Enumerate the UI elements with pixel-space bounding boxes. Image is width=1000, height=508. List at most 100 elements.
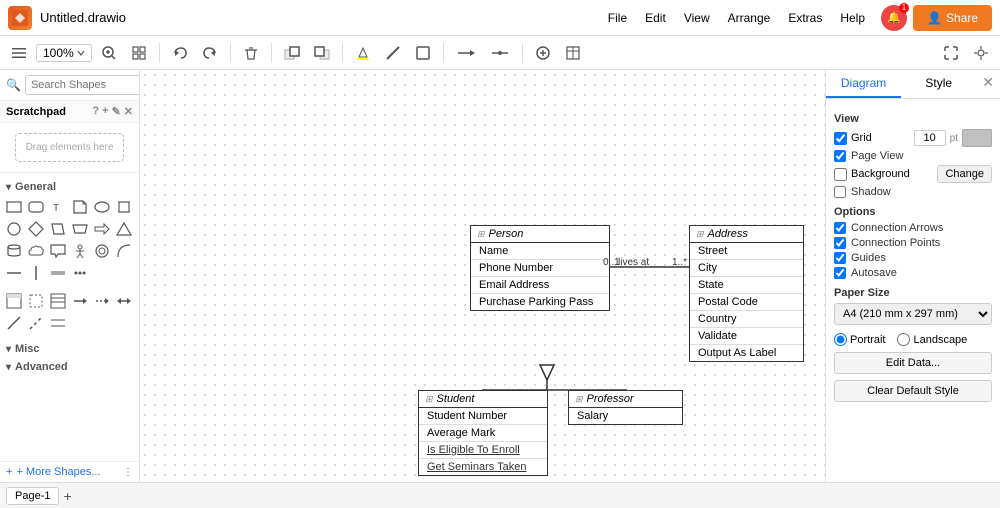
page-tab-page1[interactable]: Page-1 — [6, 487, 59, 505]
right-panel-close-button[interactable]: ✕ — [976, 70, 1000, 98]
shape-arrow1[interactable] — [70, 291, 90, 311]
grid-color-picker[interactable] — [962, 129, 992, 147]
menu-arrange[interactable]: Arrange — [720, 9, 779, 27]
connection-arrows-checkbox[interactable] — [834, 222, 846, 234]
change-button[interactable]: Change — [937, 165, 992, 183]
shape-trapezoid[interactable] — [70, 219, 90, 239]
paper-size-select[interactable]: A4 (210 mm x 297 mm)A3LetterLegalCustom — [834, 303, 992, 325]
shape-arc[interactable] — [114, 241, 134, 261]
tab-style[interactable]: Style — [901, 70, 976, 98]
landscape-label[interactable]: Landscape — [897, 333, 967, 346]
shape-container[interactable] — [26, 291, 46, 311]
shape-dots[interactable] — [70, 263, 90, 283]
edit-view-button[interactable] — [968, 42, 994, 64]
shape-note[interactable] — [70, 197, 90, 217]
delete-button[interactable] — [238, 42, 264, 64]
zoom-control[interactable]: 100% — [36, 44, 92, 62]
to-back-button[interactable] — [309, 42, 335, 64]
entity-address[interactable]: ⊞ Address Street City State Postal Code … — [689, 225, 804, 362]
shape-line-angled[interactable] — [26, 313, 46, 333]
menu-help[interactable]: Help — [832, 9, 873, 27]
notification-button[interactable]: 🔔 1 — [881, 5, 907, 31]
shadow-checkbox[interactable] — [834, 186, 846, 198]
fill-color-button[interactable] — [350, 42, 376, 64]
search-input[interactable] — [25, 75, 140, 95]
grid-value-input[interactable] — [914, 130, 946, 146]
redo-button[interactable] — [197, 42, 223, 64]
shape-square[interactable] — [114, 197, 134, 217]
zoom-in-button[interactable] — [96, 42, 122, 64]
landscape-radio[interactable] — [897, 333, 910, 346]
shape-arrow2[interactable] — [92, 291, 112, 311]
waypoint-button[interactable] — [485, 42, 515, 64]
shape-vline[interactable] — [26, 263, 46, 283]
tab-diagram[interactable]: Diagram — [826, 70, 901, 98]
entity-attr: City — [690, 260, 803, 277]
shape-text[interactable]: T — [48, 197, 68, 217]
toggle-sidebar-button[interactable] — [6, 42, 32, 64]
shape-list[interactable] — [48, 291, 68, 311]
shape-process[interactable] — [92, 241, 112, 261]
shape-triangle[interactable] — [114, 219, 134, 239]
shape-hbar[interactable] — [48, 263, 68, 283]
scratchpad-help-icon[interactable]: ? — [92, 105, 99, 118]
grid-checkbox[interactable] — [834, 132, 847, 145]
shape-rect[interactable] — [4, 197, 24, 217]
insert-button[interactable] — [530, 42, 556, 64]
entity-attr-link[interactable]: Is Eligible To Enroll — [427, 444, 520, 456]
share-button[interactable]: 👤 Share — [913, 5, 992, 31]
scratchpad-add-icon[interactable]: + — [102, 105, 108, 118]
portrait-label[interactable]: Portrait — [834, 333, 885, 346]
background-checkbox[interactable] — [834, 168, 847, 181]
shape-actor[interactable] — [70, 241, 90, 261]
scratchpad-close-icon[interactable]: ✕ — [124, 105, 133, 118]
shape-diamond[interactable] — [26, 219, 46, 239]
menu-extras[interactable]: Extras — [780, 9, 830, 27]
shape-hline[interactable] — [4, 263, 24, 283]
shape-arrow-right[interactable] — [92, 219, 112, 239]
entity-student[interactable]: ⊞ Student Student Number Average Mark Is… — [418, 390, 548, 476]
menu-edit[interactable]: Edit — [637, 9, 674, 27]
section-advanced[interactable]: Advanced — [4, 357, 135, 375]
shape-parallelogram[interactable] — [48, 219, 68, 239]
undo-button[interactable] — [167, 42, 193, 64]
scratchpad-edit-icon[interactable]: ✎ — [112, 105, 121, 118]
edit-data-button[interactable]: Edit Data... — [834, 352, 992, 374]
shape-cylinder[interactable] — [4, 241, 24, 261]
entity-attr-link[interactable]: Get Seminars Taken — [427, 461, 526, 473]
menu-view[interactable]: View — [676, 9, 718, 27]
shape-bidirectional[interactable] — [114, 291, 134, 311]
shape-ellipse[interactable] — [92, 197, 112, 217]
canvas[interactable]: ⊞ Person Name Phone Number Email Address… — [140, 70, 825, 482]
more-shapes-menu-icon[interactable]: ⋮ — [123, 467, 133, 478]
shape-frame[interactable] — [4, 291, 24, 311]
table-button[interactable] — [560, 42, 586, 64]
connection-points-checkbox[interactable] — [834, 237, 846, 249]
section-misc[interactable]: Misc — [4, 339, 135, 357]
menu-file[interactable]: File — [600, 9, 635, 27]
autosave-checkbox[interactable] — [834, 267, 846, 279]
portrait-radio[interactable] — [834, 333, 847, 346]
shape-callout[interactable] — [48, 241, 68, 261]
shape-diagonal[interactable] — [4, 313, 24, 333]
section-general[interactable]: General — [4, 177, 135, 195]
page-view-checkbox[interactable] — [834, 150, 846, 162]
add-page-button[interactable]: + — [63, 488, 71, 504]
entity-professor-title: Professor — [587, 393, 634, 405]
more-shapes-button[interactable]: + + More Shapes... ⋮ — [0, 461, 139, 482]
fullscreen-button[interactable] — [938, 42, 964, 64]
shape-rounded-rect[interactable] — [26, 197, 46, 217]
to-front-button[interactable] — [279, 42, 305, 64]
guides-checkbox[interactable] — [834, 252, 846, 264]
shape-circle[interactable] — [4, 219, 24, 239]
shape-cloud[interactable] — [26, 241, 46, 261]
arrow-style-button[interactable] — [451, 42, 481, 64]
orientation-row: Portrait Landscape — [834, 333, 992, 346]
line-color-button[interactable] — [380, 42, 406, 64]
clear-default-style-button[interactable]: Clear Default Style — [834, 380, 992, 402]
shape-style-button[interactable] — [410, 42, 436, 64]
entity-professor[interactable]: ⊞ Professor Salary — [568, 390, 683, 425]
zoom-fit-button[interactable] — [126, 42, 152, 64]
entity-person[interactable]: ⊞ Person Name Phone Number Email Address… — [470, 225, 610, 311]
shape-line-h[interactable] — [48, 313, 68, 333]
